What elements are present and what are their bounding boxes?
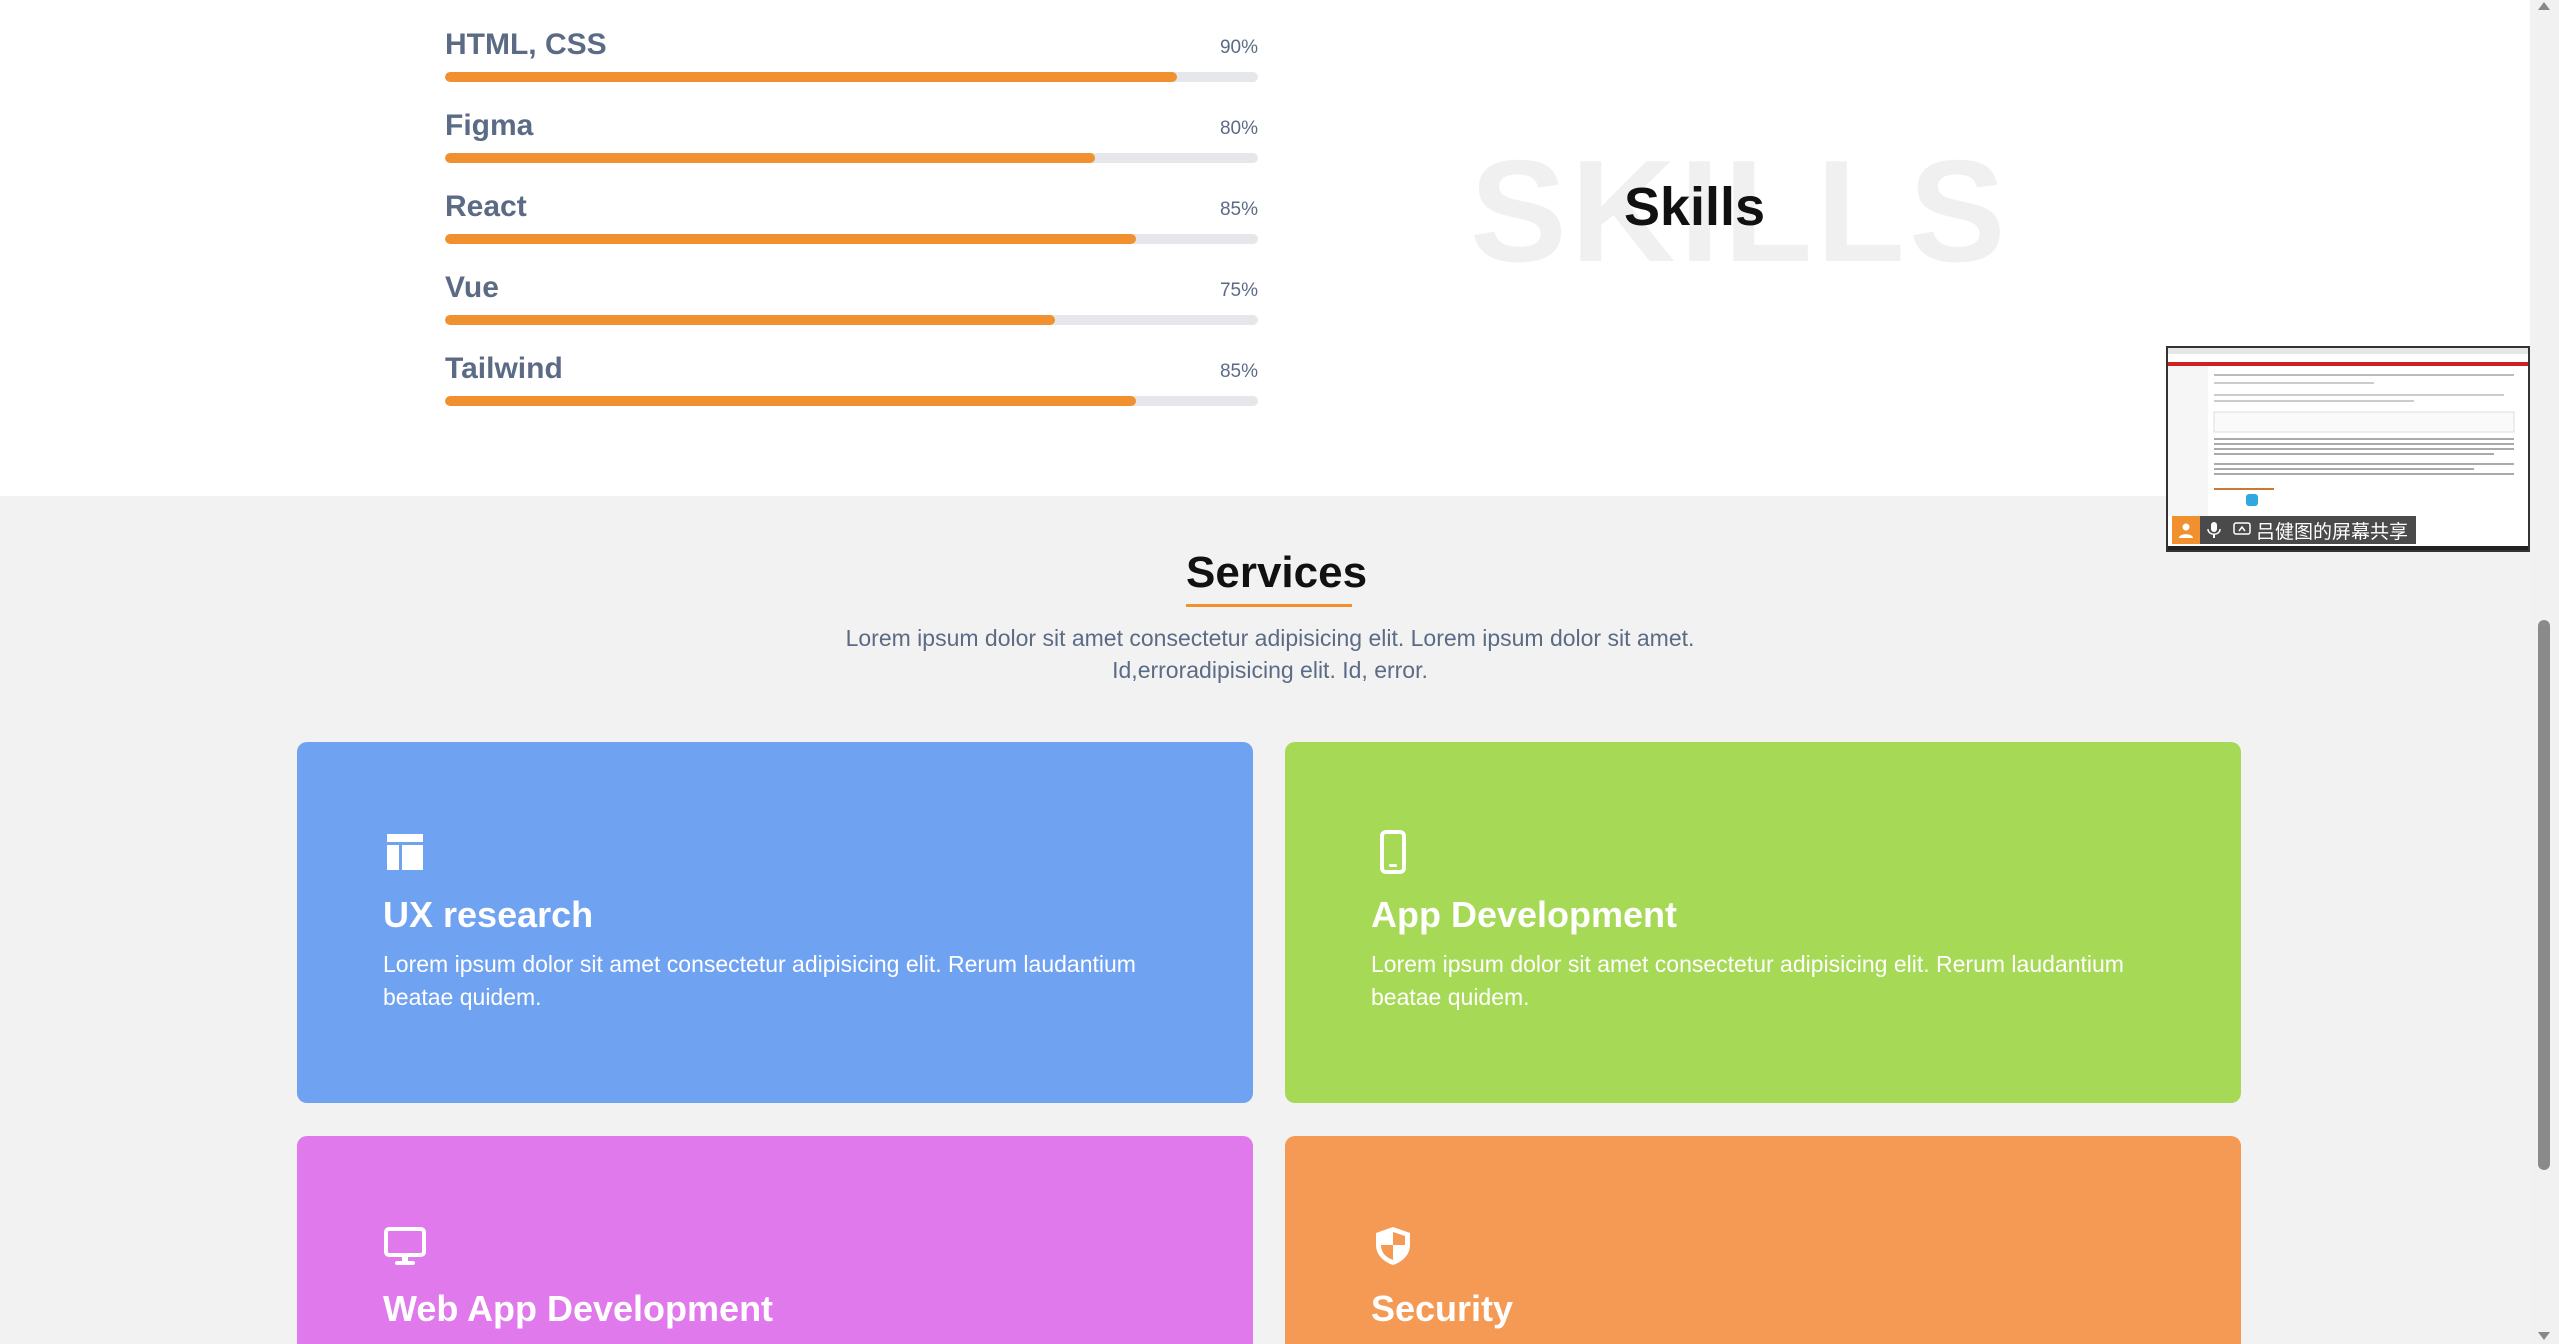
screen-share-toolbar: 吕健图的屏幕共享 [2172, 516, 2417, 544]
skill-item: HTML, CSS 90% [445, 28, 1258, 86]
scroll-up-arrow-icon[interactable] [2538, 2, 2550, 10]
service-card-text: Lorem ipsum dolor sit amet consectetur a… [383, 951, 1136, 1010]
skill-bar-fill [445, 153, 1096, 163]
skill-item: Vue 75% [445, 271, 1258, 329]
service-card-title: Security [1371, 1288, 1514, 1329]
skill-bar-track [445, 315, 1258, 325]
skill-item: React 85% [445, 190, 1258, 248]
mobile-icon [1380, 830, 1406, 874]
shield-icon [1376, 1227, 1410, 1265]
layout-icon [387, 834, 423, 870]
service-card-text: Lorem ipsum dolor sit amet consectetur a… [1371, 951, 2124, 1010]
skill-name: Tailwind [445, 352, 563, 385]
skill-bar-fill [445, 396, 1137, 406]
skill-bar-track [445, 153, 1258, 163]
services-heading: Services [1186, 548, 1368, 597]
scrollbar-thumb[interactable] [2538, 620, 2550, 1170]
services-heading-underline [1186, 604, 1352, 607]
service-card-web-app-development[interactable]: Web App Development [297, 1136, 1253, 1344]
service-card-app-development[interactable]: App Development Lorem ipsum dolor sit am… [1285, 742, 2241, 1103]
screen-share-icon[interactable] [2228, 516, 2256, 544]
service-card-ux-research[interactable]: UX research Lorem ipsum dolor sit amet c… [297, 742, 1253, 1103]
screen-share-preview[interactable]: 吕健图的屏幕共享 [2166, 346, 2530, 552]
skill-name: Figma [445, 109, 534, 142]
service-card-title: App Development [1371, 894, 1678, 935]
skill-percent: 90% [1219, 37, 1258, 58]
skill-name: Vue [445, 271, 499, 304]
desktop-icon [384, 1227, 426, 1265]
service-card-security[interactable]: Security [1285, 1136, 2241, 1344]
skill-bar-fill [445, 72, 1177, 82]
service-card-title: Web App Development [383, 1288, 774, 1329]
skill-bar-track [445, 72, 1258, 82]
skill-percent: 85% [1219, 199, 1258, 220]
scroll-down-arrow-icon[interactable] [2538, 1332, 2550, 1340]
vertical-scrollbar[interactable] [2530, 0, 2559, 1344]
skill-bar-fill [445, 234, 1137, 244]
screen-share-label: 吕健图的屏幕共享 [2256, 521, 2409, 543]
skill-name: HTML, CSS [445, 28, 607, 61]
skill-bar-track [445, 234, 1258, 244]
skill-percent: 75% [1219, 280, 1258, 301]
skills-heading: Skills [1624, 177, 1766, 237]
skill-bar-fill [445, 315, 1055, 325]
skill-bar-track [445, 396, 1258, 406]
skill-name: React [445, 190, 527, 223]
skills-section: HTML, CSS 90% Figma 80% React 85% Vue 75… [0, 0, 2530, 496]
skill-item: Figma 80% [445, 109, 1258, 167]
skill-percent: 85% [1219, 361, 1258, 382]
service-card-title: UX research [383, 894, 594, 935]
skill-percent: 80% [1219, 118, 1258, 139]
services-description: Lorem ipsum dolor sit amet consectetur a… [845, 625, 1695, 683]
user-icon [2172, 516, 2200, 544]
microphone-icon[interactable] [2200, 516, 2228, 544]
skill-item: Tailwind 85% [445, 352, 1258, 410]
